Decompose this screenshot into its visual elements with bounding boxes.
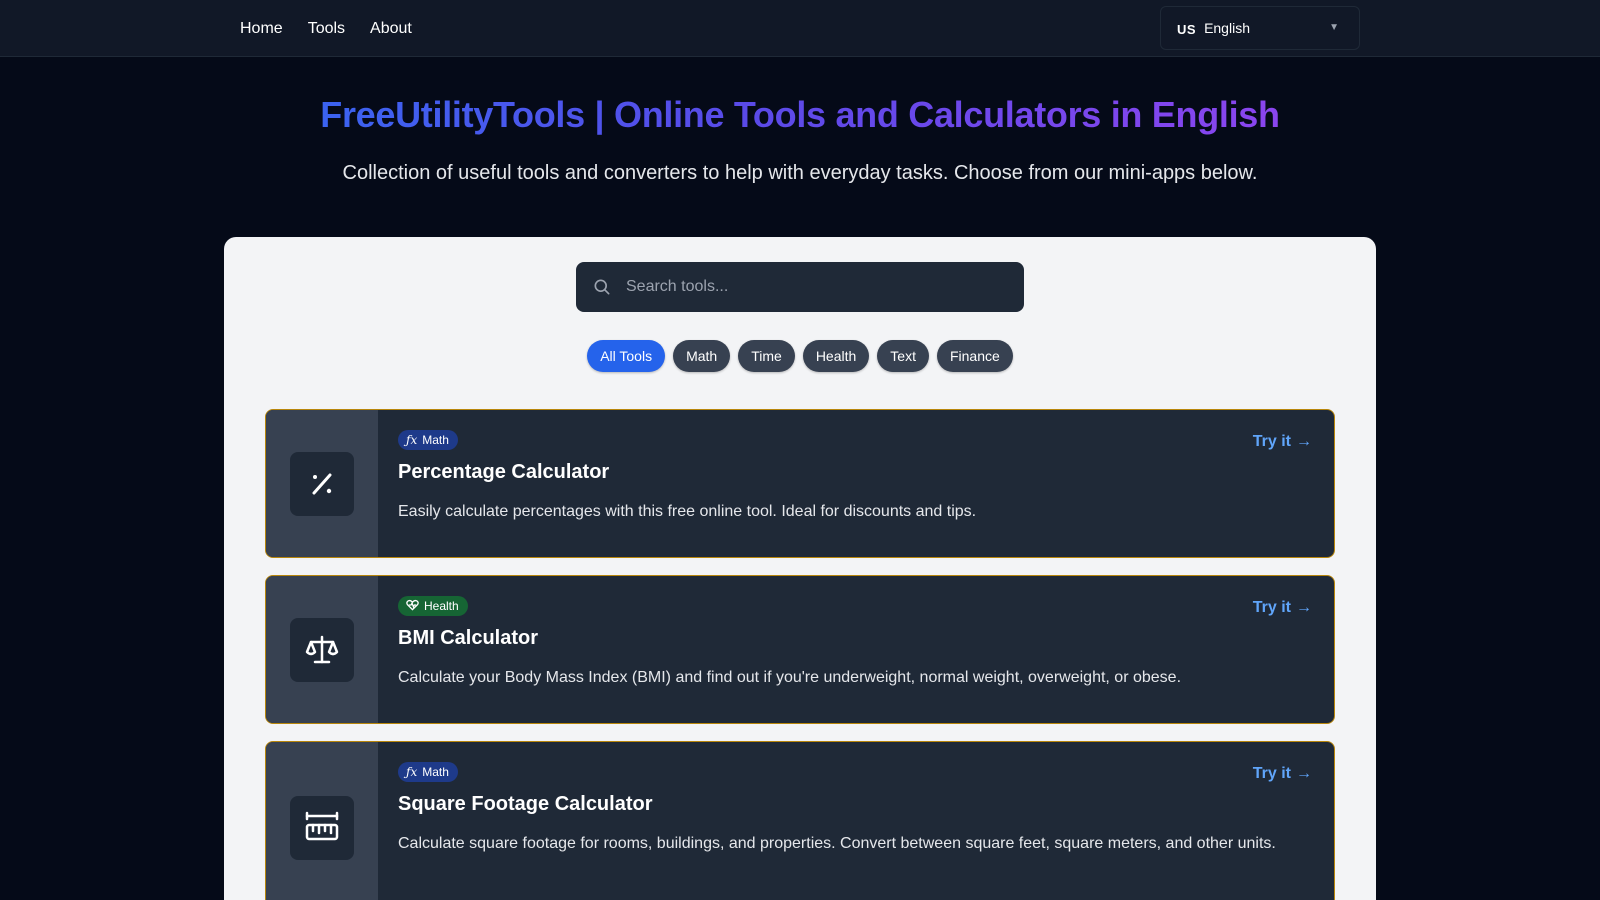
category-badge: Health xyxy=(398,596,468,616)
top-navbar: Home Tools About US English ▼ xyxy=(0,0,1600,57)
card-description: Calculate square footage for rooms, buil… xyxy=(398,835,1276,852)
percent-icon xyxy=(290,452,354,516)
heart-pulse-icon xyxy=(406,599,419,614)
flag-icon: US xyxy=(1177,22,1197,37)
card-description: Easily calculate percentages with this f… xyxy=(398,503,977,520)
scale-icon xyxy=(290,618,354,682)
nav-link-home[interactable]: Home xyxy=(240,20,283,38)
nav-links: Home Tools About xyxy=(240,0,412,57)
language-select[interactable]: US English ▼ xyxy=(1160,6,1360,50)
card-icon-area xyxy=(266,576,378,723)
language-label: English xyxy=(1204,20,1250,36)
tool-card-percentage[interactable]: ƒx Math Percentage Calculator Easily cal… xyxy=(265,409,1335,558)
nav-link-about[interactable]: About xyxy=(370,20,412,38)
card-title: Square Footage Calculator xyxy=(398,793,653,815)
arrow-right-icon: → xyxy=(1296,765,1312,782)
card-icon-area xyxy=(266,410,378,557)
nav-link-tools[interactable]: Tools xyxy=(308,20,345,38)
filter-text[interactable]: Text xyxy=(877,340,929,372)
tools-panel: All Tools Math Time Health Text Finance … xyxy=(224,237,1376,900)
category-filters: All Tools Math Time Health Text Finance xyxy=(224,340,1376,372)
filter-all-tools[interactable]: All Tools xyxy=(587,340,666,372)
search-input[interactable] xyxy=(626,278,1006,296)
try-it-link[interactable]: Try it → xyxy=(1253,765,1312,783)
function-icon: ƒx xyxy=(406,765,418,779)
card-title: BMI Calculator xyxy=(398,627,539,649)
card-icon-area xyxy=(266,742,378,900)
filter-math[interactable]: Math xyxy=(673,340,731,372)
tool-card-bmi[interactable]: Health BMI Calculator Calculate your Bod… xyxy=(265,575,1335,724)
chevron-down-icon: ▼ xyxy=(1329,22,1339,33)
category-badge: ƒx Math xyxy=(398,762,458,782)
search-box xyxy=(576,262,1024,312)
arrow-right-icon: → xyxy=(1296,599,1312,616)
filter-time[interactable]: Time xyxy=(738,340,795,372)
ruler-icon xyxy=(290,796,354,860)
page-title: FreeUtilityTools | Online Tools and Calc… xyxy=(320,94,1280,135)
category-badge: ƒx Math xyxy=(398,430,458,450)
tool-card-square-footage[interactable]: ƒx Math Square Footage Calculator Calcul… xyxy=(265,741,1335,900)
filter-health[interactable]: Health xyxy=(802,340,870,372)
page-subtitle: Collection of useful tools and converter… xyxy=(342,162,1258,184)
search-icon xyxy=(594,279,610,295)
card-description: Calculate your Body Mass Index (BMI) and… xyxy=(398,669,1182,686)
arrow-right-icon: → xyxy=(1296,433,1312,450)
try-it-link[interactable]: Try it → xyxy=(1253,599,1312,617)
filter-finance[interactable]: Finance xyxy=(936,340,1013,372)
card-title: Percentage Calculator xyxy=(398,461,610,483)
try-it-link[interactable]: Try it → xyxy=(1253,433,1312,451)
function-icon: ƒx xyxy=(406,433,418,447)
